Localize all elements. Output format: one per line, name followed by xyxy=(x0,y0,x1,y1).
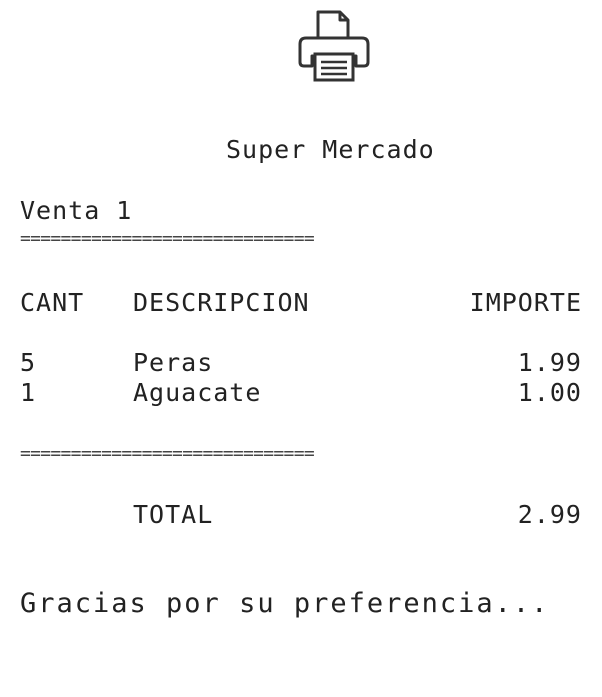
divider-bottom: ============================= xyxy=(20,445,315,463)
item-qty: 1 xyxy=(20,378,37,407)
total-value: 2.99 xyxy=(517,500,582,529)
sale-label: Venta 1 xyxy=(20,196,133,225)
receipt: Super Mercado Venta 1 ==================… xyxy=(0,0,602,697)
total-label: TOTAL xyxy=(133,500,214,529)
column-header-amount: IMPORTE xyxy=(469,288,582,317)
total-row: TOTAL 2.99 xyxy=(20,500,582,530)
item-row: 5 Peras 1.99 xyxy=(20,348,582,378)
store-name: Super Mercado xyxy=(226,135,435,164)
item-amount: 1.99 xyxy=(517,348,582,377)
column-header-qty: CANT xyxy=(20,288,85,317)
column-header-description: DESCRIPCION xyxy=(133,288,310,317)
printer-icon[interactable] xyxy=(296,8,372,84)
thank-you-message: Gracias por su preferencia... xyxy=(20,588,550,619)
column-header-row: CANT DESCRIPCION IMPORTE xyxy=(20,288,582,318)
item-amount: 1.00 xyxy=(517,378,582,407)
item-description: Aguacate xyxy=(133,378,262,407)
item-qty: 5 xyxy=(20,348,37,377)
item-description: Peras xyxy=(133,348,214,377)
item-row: 1 Aguacate 1.00 xyxy=(20,378,582,408)
divider-top: ============================= xyxy=(20,230,315,248)
